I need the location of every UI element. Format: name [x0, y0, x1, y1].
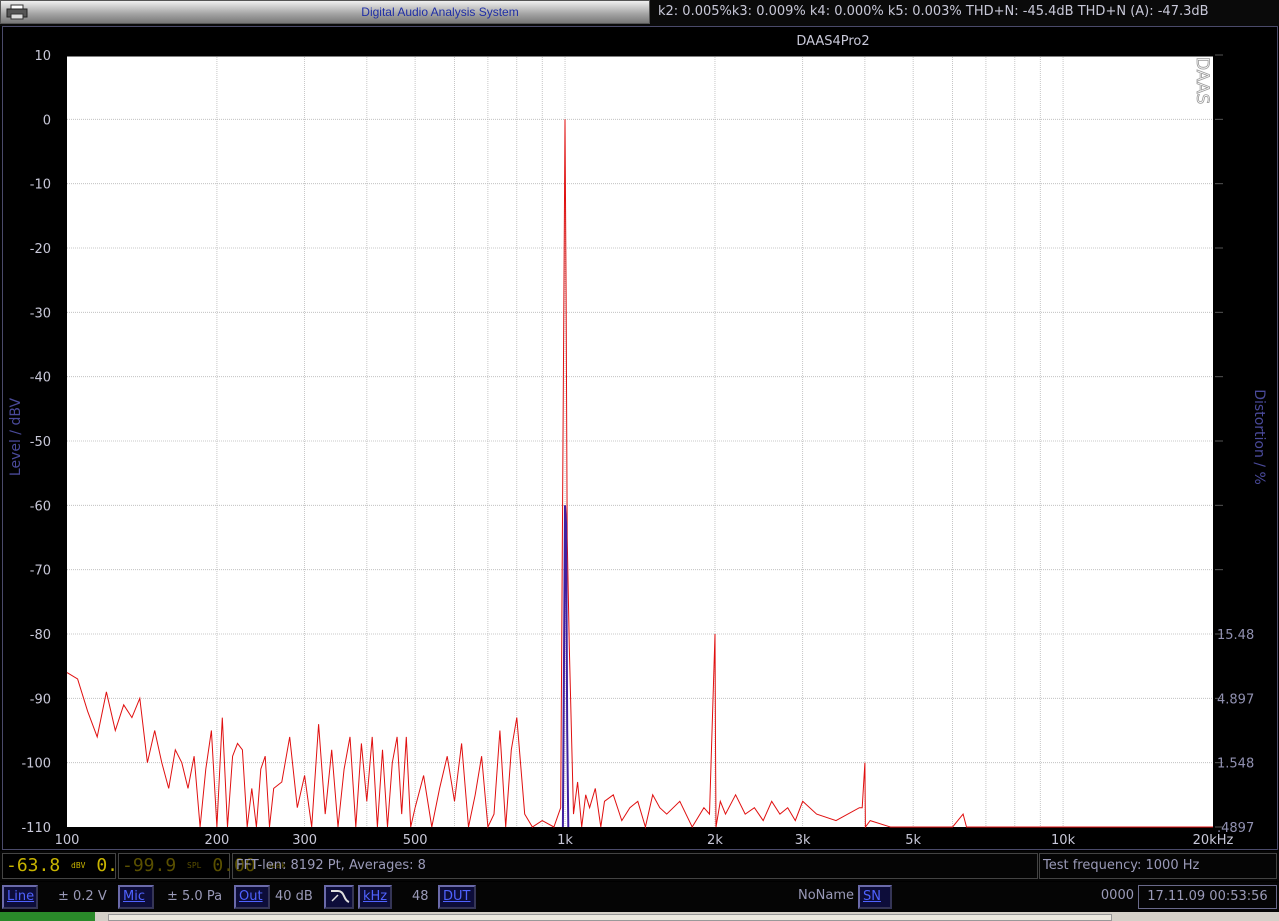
- y-tick-label: -30: [30, 306, 51, 321]
- sample-rate: 48: [412, 889, 429, 904]
- spl-value: -99.9: [122, 855, 177, 876]
- y-tick-label: -100: [21, 757, 51, 772]
- y-tick-label: -60: [30, 499, 51, 514]
- mic-button[interactable]: Mic: [118, 885, 154, 909]
- khz-button[interactable]: kHz: [358, 885, 392, 909]
- y-tick-label: -20: [30, 242, 51, 257]
- top-bar: Digital Audio Analysis System k2: 0.005%…: [0, 0, 1279, 26]
- taskbar: [0, 912, 1279, 921]
- line-button[interactable]: Line: [2, 885, 38, 909]
- distortion-readout: k2: 0.005%k3: 0.009% k4: 0.000% k5: 0.00…: [658, 4, 1209, 19]
- x-tick-label: 3k: [795, 833, 811, 848]
- mic-range: ± 5.0 Pa: [167, 889, 223, 904]
- spl-unit: SPL: [187, 861, 202, 870]
- control-row: Line ± 0.2 V Mic ± 5.0 Pa Out 40 dB kHz …: [0, 882, 1279, 912]
- x-tick-label: 20kHz: [1193, 833, 1234, 848]
- x-tick-label: 5k: [905, 833, 921, 848]
- y-tick-label: -70: [30, 564, 51, 579]
- x-tick-label: 1k: [557, 833, 573, 848]
- sn-value[interactable]: 0000: [894, 885, 1136, 909]
- test-frequency: Test frequency: 1000 Hz: [1039, 853, 1277, 879]
- y-tick-label: -110: [21, 821, 51, 836]
- spl-lcd: -99.9 SPL 0.00 peak: [118, 853, 286, 879]
- x-tick-label: 10k: [1051, 833, 1076, 848]
- out-gain: 40 dB: [275, 889, 313, 904]
- y-tick-label: -90: [30, 692, 51, 707]
- out-button[interactable]: Out: [234, 885, 270, 909]
- x-tick-label: 2k: [707, 833, 723, 848]
- x-tick-label: 200: [205, 833, 230, 848]
- chart-title: DAAS4Pro2: [796, 34, 869, 49]
- y-tick-label: -40: [30, 371, 51, 386]
- dut-name[interactable]: NoName: [478, 885, 856, 909]
- y2-tick-label: 15.48: [1217, 628, 1254, 643]
- x-tick-label: 300: [292, 833, 317, 848]
- x-tick-label: 500: [403, 833, 428, 848]
- y-tick-label: -10: [30, 178, 51, 193]
- y2-axis-label: Distortion / %: [1251, 389, 1267, 485]
- line-range: ± 0.2 V: [58, 889, 107, 904]
- graph-panel: 10 0 -10 -20 -30 -40 -50 -60 -70 -80 -90 -100 -110 15…: [2, 26, 1278, 850]
- y-axis-label: Level / dBV: [8, 397, 24, 476]
- dut-button[interactable]: DUT: [438, 885, 476, 909]
- spectrum-chart[interactable]: 100-10-20-30-40-50-60-70-80-90-100-11015…: [3, 27, 1277, 849]
- sn-button[interactable]: SN: [858, 885, 892, 909]
- start-button[interactable]: [0, 912, 95, 921]
- y2-tick-label: 1.548: [1217, 757, 1254, 772]
- y2-tick-label: 4.897: [1217, 692, 1254, 707]
- filter-icon: [331, 890, 350, 903]
- level-lcd: -63.8 dBV 0.00 rms: [2, 853, 165, 879]
- y-tick-label: -80: [30, 628, 51, 643]
- level-value: -63.8: [6, 855, 61, 876]
- x-tick-label: 100: [55, 833, 80, 848]
- y-tick-label: 0: [43, 113, 51, 128]
- taskbar-task[interactable]: [108, 914, 1112, 921]
- fft-info: FFT-len: 8192 Pt, Averages: 8: [232, 853, 1038, 879]
- y-tick-label: 10: [34, 49, 51, 64]
- chart-watermark: DAAS: [1192, 57, 1212, 104]
- status-row: -63.8 dBV 0.00 rms -99.9 SPL 0.00 peak F…: [0, 851, 1279, 881]
- y-tick-label: -50: [30, 435, 51, 450]
- filter-button[interactable]: [324, 885, 354, 909]
- timestamp: 17.11.09 00:53:56: [1138, 885, 1277, 909]
- level-unit: dBV: [71, 861, 86, 870]
